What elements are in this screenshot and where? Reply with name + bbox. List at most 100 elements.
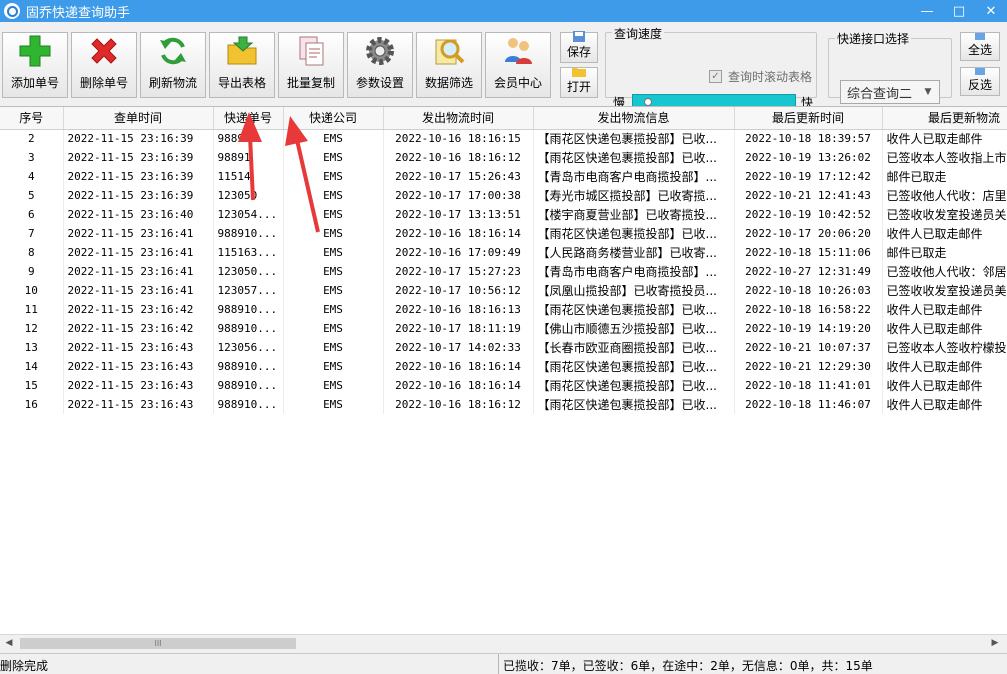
cell-send-info[interactable]: 【凤凰山揽投部】已收寄揽投员... <box>533 281 735 300</box>
cell-tracking-number[interactable]: 988910... <box>213 300 284 319</box>
table-row[interactable]: 12 2022-11-15 23:16:42 988910... EMS 2022-10… <box>0 319 1007 338</box>
save-button[interactable]: 保存 <box>560 31 598 63</box>
cell-send-time[interactable]: 2022-10-17 15:27:23 <box>383 262 534 281</box>
cell-send-time[interactable]: 2022-10-16 18:16:14 <box>383 224 534 243</box>
cell-courier[interactable]: EMS <box>283 186 384 205</box>
cell-index[interactable]: 5 <box>0 186 64 205</box>
table-row[interactable]: 14 2022-11-15 23:16:43 988910... EMS 2022-10… <box>0 357 1007 376</box>
cell-update-info[interactable]: 邮件已取走 <box>882 167 1007 186</box>
cell-update-info[interactable]: 已签收本人签收柠檬投 <box>882 338 1007 357</box>
cell-query-time[interactable]: 2022-11-15 23:16:43 <box>63 376 214 395</box>
cell-send-info[interactable]: 【青岛市电商客户电商揽投部】... <box>533 262 735 281</box>
cell-send-time[interactable]: 2022-10-16 18:16:14 <box>383 357 534 376</box>
cell-update-time[interactable]: 2022-10-27 12:31:49 <box>734 262 883 281</box>
cell-courier[interactable]: EMS <box>283 338 384 357</box>
export-table-button[interactable]: 导出表格 <box>209 32 275 98</box>
invert-selection-button[interactable]: 反选 <box>960 67 1000 96</box>
table-row[interactable]: 8 2022-11-15 23:16:41 115163... EMS 2022-10-… <box>0 243 1007 262</box>
select-all-button[interactable]: 全选 <box>960 32 1000 61</box>
delete-number-button[interactable]: 删除单号 <box>71 32 137 98</box>
cell-tracking-number[interactable]: 988910... <box>213 224 284 243</box>
cell-courier[interactable]: EMS <box>283 167 384 186</box>
cell-courier[interactable]: EMS <box>283 376 384 395</box>
close-button[interactable]: ✕ <box>975 0 1007 22</box>
cell-update-time[interactable]: 2022-10-21 10:07:37 <box>734 338 883 357</box>
cell-query-time[interactable]: 2022-11-15 23:16:42 <box>63 319 214 338</box>
cell-update-info[interactable]: 收件人已取走邮件 <box>882 376 1007 395</box>
cell-tracking-number[interactable]: 988910... <box>213 319 284 338</box>
cell-update-time[interactable]: 2022-10-18 18:39:57 <box>734 129 883 148</box>
cell-update-info[interactable]: 已签收本人签收指上市 <box>882 148 1007 167</box>
table-row[interactable]: 15 2022-11-15 23:16:43 988910... EMS 2022-10… <box>0 376 1007 395</box>
api-select-dropdown[interactable]: 综合查询二 ▼ <box>840 80 940 104</box>
cell-courier[interactable]: EMS <box>283 281 384 300</box>
data-filter-button[interactable]: 数据筛选 <box>416 32 482 98</box>
column-header-index[interactable]: 序号 <box>0 107 64 130</box>
table-row[interactable]: 5 2022-11-15 23:16:39 123050 EMS 2022-10-17 … <box>0 186 1007 205</box>
cell-send-time[interactable]: 2022-10-16 18:16:12 <box>383 395 534 414</box>
refresh-logistics-button[interactable]: 刷新物流 <box>140 32 206 98</box>
table-row[interactable]: 7 2022-11-15 23:16:41 988910... EMS 2022-10-… <box>0 224 1007 243</box>
cell-send-info[interactable]: 【寿光市城区揽投部】已收寄揽... <box>533 186 735 205</box>
cell-update-info[interactable]: 收件人已取走邮件 <box>882 224 1007 243</box>
cell-send-info[interactable]: 【雨花区快递包裹揽投部】已收... <box>533 376 735 395</box>
cell-tracking-number[interactable]: 115163... <box>213 243 284 262</box>
cell-index[interactable]: 14 <box>0 357 64 376</box>
cell-courier[interactable]: EMS <box>283 319 384 338</box>
cell-update-info[interactable]: 已签收收发室投递员美 <box>882 281 1007 300</box>
cell-query-time[interactable]: 2022-11-15 23:16:43 <box>63 357 214 376</box>
cell-send-time[interactable]: 2022-10-17 15:26:43 <box>383 167 534 186</box>
cell-send-time[interactable]: 2022-10-17 13:13:51 <box>383 205 534 224</box>
cell-send-time[interactable]: 2022-10-16 18:16:13 <box>383 300 534 319</box>
cell-send-time[interactable]: 2022-10-16 18:16:12 <box>383 148 534 167</box>
cell-update-info[interactable]: 收件人已取走邮件 <box>882 300 1007 319</box>
member-center-button[interactable]: 会员中心 <box>485 32 551 98</box>
column-header-send-info[interactable]: 发出物流信息 <box>533 107 735 130</box>
cell-update-time[interactable]: 2022-10-19 14:19:20 <box>734 319 883 338</box>
cell-update-time[interactable]: 2022-10-21 12:41:43 <box>734 186 883 205</box>
cell-query-time[interactable]: 2022-11-15 23:16:41 <box>63 262 214 281</box>
cell-send-time[interactable]: 2022-10-17 17:00:38 <box>383 186 534 205</box>
cell-courier[interactable]: EMS <box>283 205 384 224</box>
cell-send-time[interactable]: 2022-10-17 18:11:19 <box>383 319 534 338</box>
cell-courier[interactable]: EMS <box>283 243 384 262</box>
cell-courier[interactable]: EMS <box>283 357 384 376</box>
cell-send-info[interactable]: 【佛山市顺德五沙揽投部】已收... <box>533 319 735 338</box>
cell-index[interactable]: 7 <box>0 224 64 243</box>
cell-query-time[interactable]: 2022-11-15 23:16:39 <box>63 129 214 148</box>
cell-index[interactable]: 4 <box>0 167 64 186</box>
cell-index[interactable]: 13 <box>0 338 64 357</box>
scroll-left-arrow-icon[interactable]: ◀ <box>3 637 15 649</box>
cell-update-info[interactable]: 收件人已取走邮件 <box>882 357 1007 376</box>
table-row[interactable]: 3 2022-11-15 23:16:39 98891 EMS 2022-10-16 1… <box>0 148 1007 167</box>
scroll-table-checkbox[interactable]: ✓ <box>709 70 722 83</box>
cell-index[interactable]: 3 <box>0 148 64 167</box>
cell-index[interactable]: 6 <box>0 205 64 224</box>
cell-send-info[interactable]: 【雨花区快递包裹揽投部】已收... <box>533 300 735 319</box>
cell-send-info[interactable]: 【雨花区快递包裹揽投部】已收... <box>533 129 735 148</box>
cell-query-time[interactable]: 2022-11-15 23:16:41 <box>63 281 214 300</box>
cell-query-time[interactable]: 2022-11-15 23:16:39 <box>63 167 214 186</box>
cell-tracking-number[interactable]: 988910... <box>213 395 284 414</box>
maximize-button[interactable]: □ <box>943 0 975 22</box>
table-row[interactable]: 11 2022-11-15 23:16:42 988910... EMS 2022-10… <box>0 300 1007 319</box>
cell-send-info[interactable]: 【长春市欧亚商圈揽投部】已收... <box>533 338 735 357</box>
cell-update-time[interactable]: 2022-10-19 13:26:02 <box>734 148 883 167</box>
cell-update-info[interactable]: 邮件已取走 <box>882 243 1007 262</box>
cell-update-info[interactable]: 已签收他人代收：店里 <box>882 186 1007 205</box>
batch-copy-button[interactable]: 批量复制 <box>278 32 344 98</box>
slider-knob[interactable] <box>644 98 653 106</box>
cell-update-time[interactable]: 2022-10-21 12:29:30 <box>734 357 883 376</box>
cell-send-info[interactable]: 【楼宇商夏营业部】已收寄揽投... <box>533 205 735 224</box>
cell-update-info[interactable]: 收件人已取走邮件 <box>882 319 1007 338</box>
cell-tracking-number[interactable]: 123050 <box>213 186 284 205</box>
cell-update-time[interactable]: 2022-10-18 11:46:07 <box>734 395 883 414</box>
cell-update-time[interactable]: 2022-10-18 11:41:01 <box>734 376 883 395</box>
parameter-settings-button[interactable]: 参数设置 <box>347 32 413 98</box>
table-row[interactable]: 9 2022-11-15 23:16:41 123050... EMS 2022-10-… <box>0 262 1007 281</box>
table-row[interactable]: 16 2022-11-15 23:16:43 988910... EMS 2022-10… <box>0 395 1007 414</box>
column-header-query-time[interactable]: 查单时间 <box>63 107 214 130</box>
cell-send-info[interactable]: 【人民路商务楼营业部】已收寄... <box>533 243 735 262</box>
cell-send-time[interactable]: 2022-10-16 18:16:14 <box>383 376 534 395</box>
cell-query-time[interactable]: 2022-11-15 23:16:43 <box>63 338 214 357</box>
